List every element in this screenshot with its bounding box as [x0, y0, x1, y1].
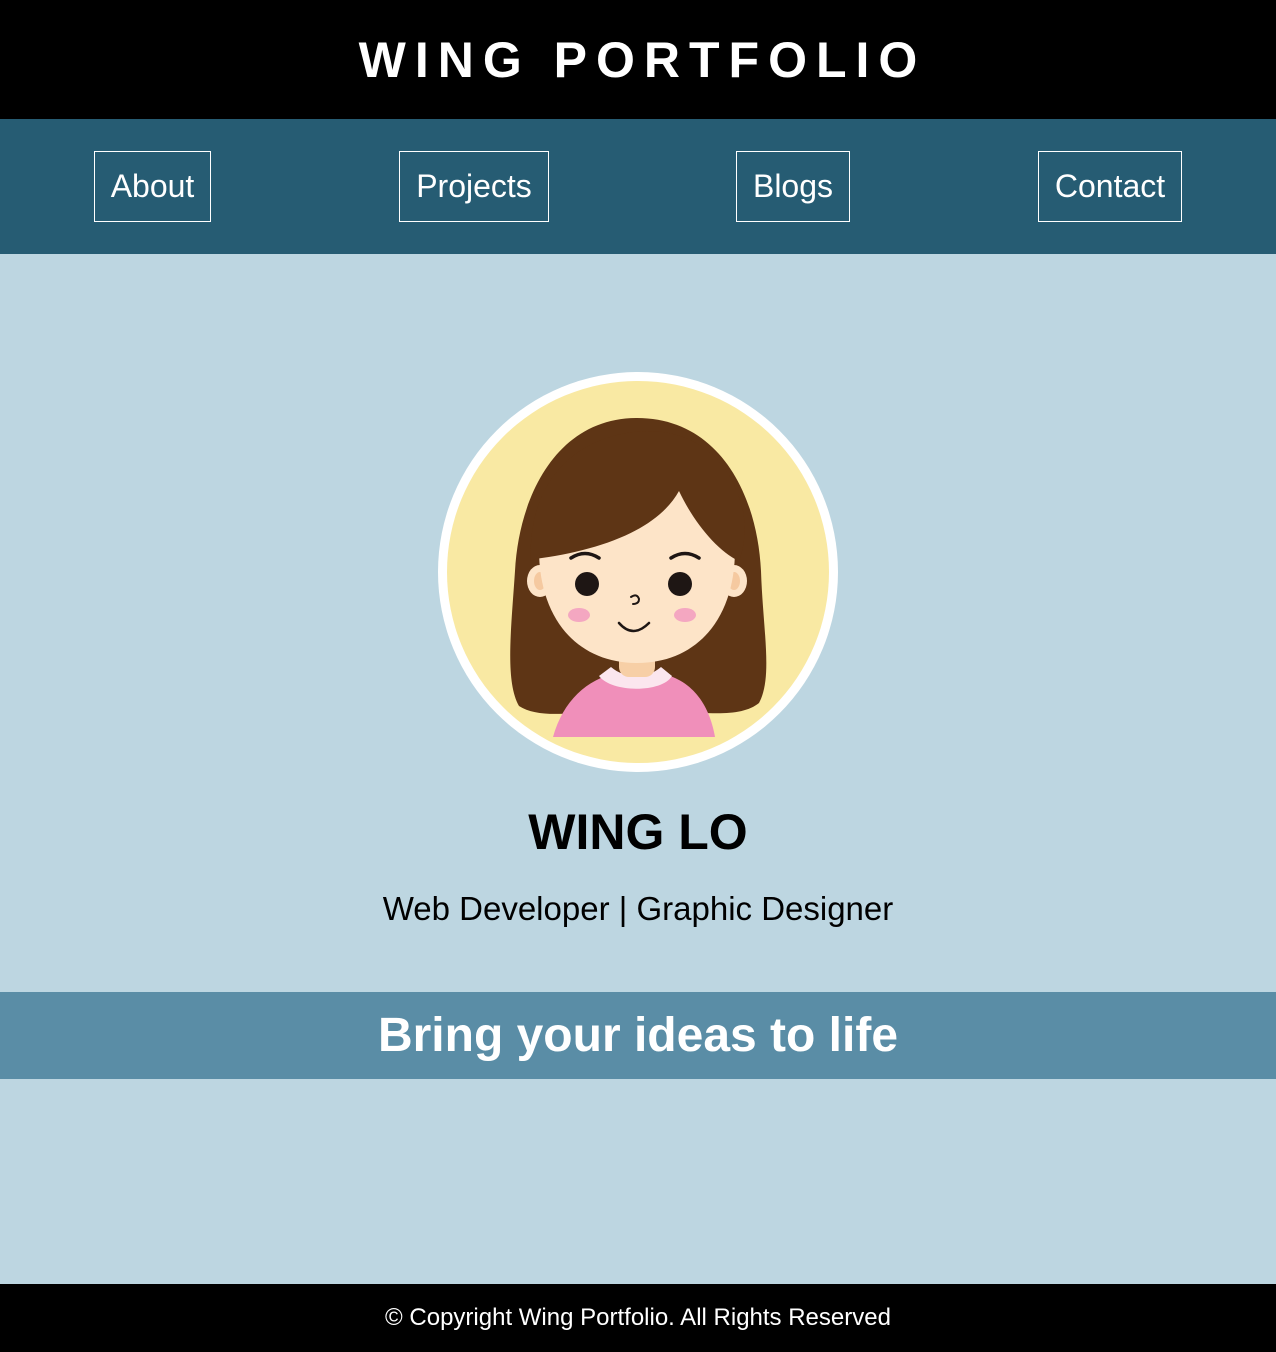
- site-header: WING PORTFOLIO: [0, 0, 1276, 119]
- main-nav: About Projects Blogs Contact: [0, 119, 1276, 254]
- nav-link-projects[interactable]: Projects: [399, 151, 549, 222]
- portfolio-page: WING PORTFOLIO About Projects Blogs Cont…: [0, 0, 1276, 1352]
- tagline-banner: Bring your ideas to life: [0, 992, 1276, 1079]
- tagline-text: Bring your ideas to life: [377, 1008, 899, 1062]
- site-title: WING PORTFOLIO: [358, 31, 927, 88]
- profile-name: WING LO: [528, 804, 748, 860]
- nav-link-blogs[interactable]: Blogs: [736, 151, 850, 222]
- avatar: [438, 372, 838, 772]
- nav-link-about[interactable]: About: [94, 151, 211, 222]
- site-footer: © Copyright Wing Portfolio. All Rights R…: [0, 1284, 1276, 1352]
- copyright-text: © Copyright Wing Portfolio. All Rights R…: [385, 1304, 891, 1331]
- profile-role: Web Developer | Graphic Designer: [382, 890, 894, 927]
- nav-link-contact[interactable]: Contact: [1038, 151, 1182, 222]
- girl-avatar-icon: [447, 381, 829, 763]
